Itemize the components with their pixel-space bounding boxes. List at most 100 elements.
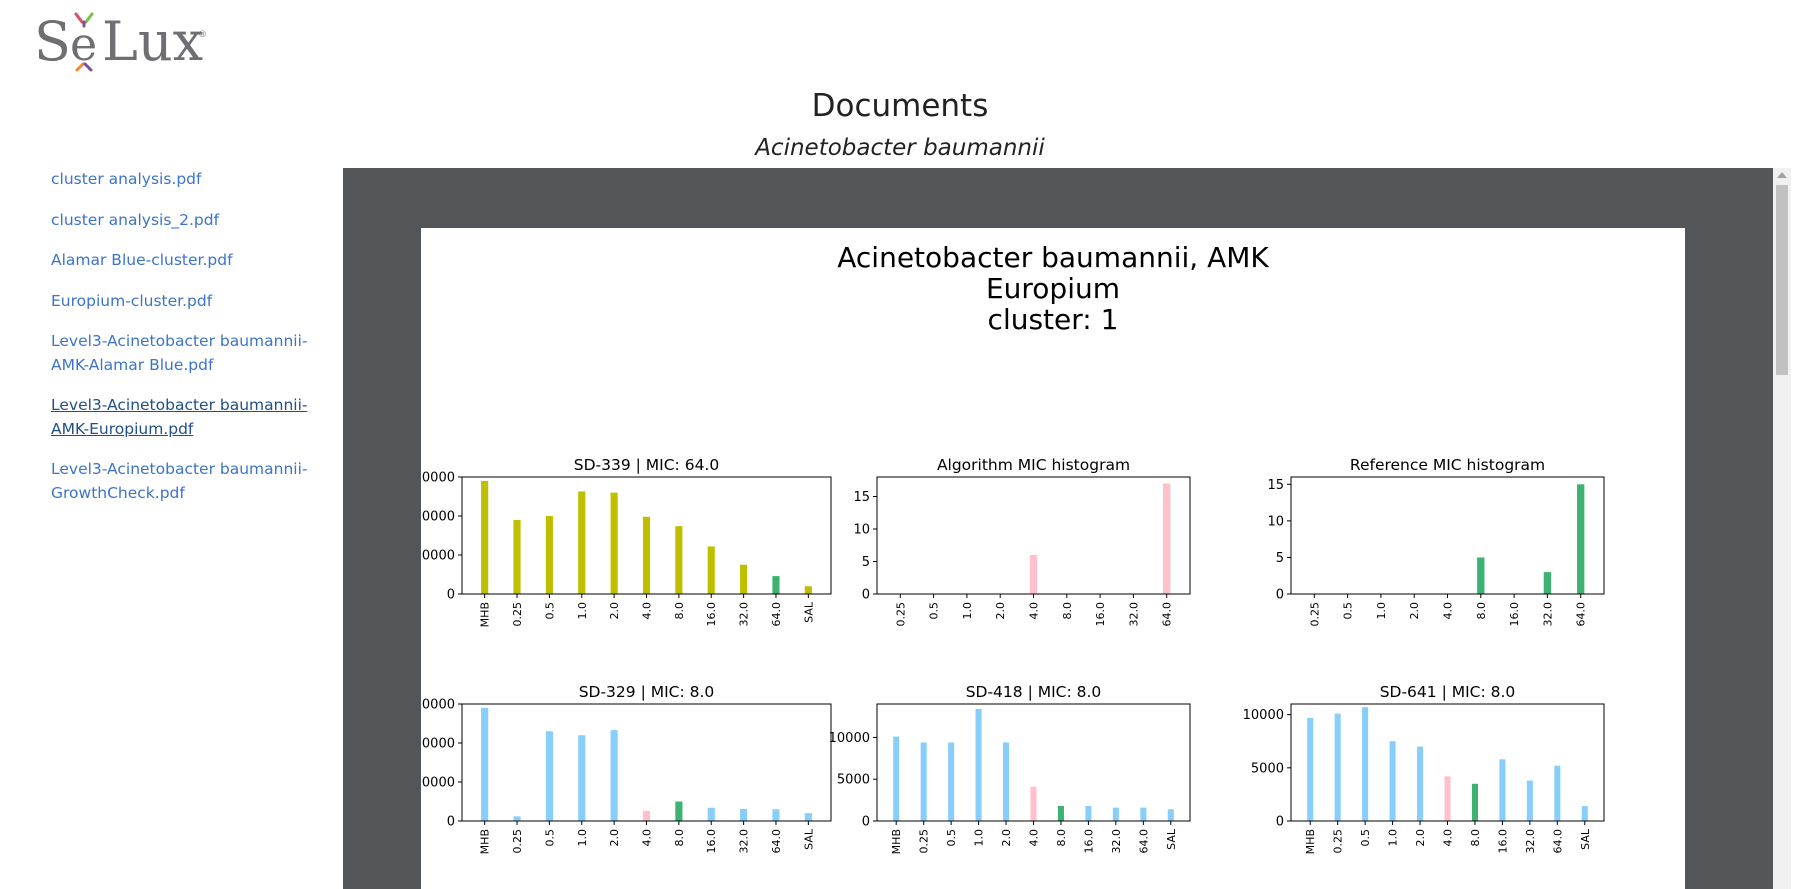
x-tick-label: 64.0 xyxy=(770,829,783,854)
scroll-up-arrow-icon[interactable] xyxy=(1777,172,1787,178)
chart-bar xyxy=(1444,776,1451,821)
x-tick-label: 8.0 xyxy=(1469,829,1482,847)
x-tick-label: SAL xyxy=(1165,828,1178,850)
x-tick-label: 64.0 xyxy=(1161,602,1174,627)
x-tick-label: 32.0 xyxy=(1524,829,1537,854)
x-tick-label: 1.0 xyxy=(1375,602,1388,620)
chart-axes-frame xyxy=(1290,476,1605,595)
x-tick-label: 4.0 xyxy=(641,602,654,620)
y-tick-label: 10000 xyxy=(421,549,455,564)
chart-bar xyxy=(513,519,521,594)
x-tick-label: 4.0 xyxy=(1442,829,1455,847)
x-tick-label: 32.0 xyxy=(738,602,751,627)
x-tick-label: 2.0 xyxy=(1408,602,1421,620)
doc-link-line: AMK-Europium.pdf xyxy=(51,419,194,438)
y-tick-label: 5 xyxy=(1276,551,1284,566)
chart-bar xyxy=(948,742,955,821)
chart-bar xyxy=(1362,707,1369,821)
x-tick-label: 1.0 xyxy=(576,602,589,620)
pdf-viewer[interactable]: Acinetobacter baumannii, AMK Europium cl… xyxy=(343,168,1773,889)
x-tick-label: 1.0 xyxy=(1387,829,1400,847)
chart-bar xyxy=(804,813,812,821)
scroll-thumb[interactable] xyxy=(1776,185,1788,375)
doc-link-level3-growthcheck[interactable]: Level3-Acinetobacter baumannii- GrowthCh… xyxy=(51,458,311,505)
doc-link-cluster-analysis-2[interactable]: cluster analysis_2.pdf xyxy=(51,209,311,233)
x-tick-label: MHB xyxy=(479,829,492,854)
doc-link-europium-cluster[interactable]: Europium-cluster.pdf xyxy=(51,290,311,314)
x-tick-label: 1.0 xyxy=(961,602,974,620)
y-tick-label: 5 xyxy=(862,555,870,570)
y-tick-label: 20000 xyxy=(421,737,455,752)
chart-title: SD-329 | MIC: 8.0 xyxy=(579,683,715,701)
y-tick-label: 20000 xyxy=(421,510,455,525)
chart-bar xyxy=(1543,572,1552,594)
doc-link-line: GrowthCheck.pdf xyxy=(51,483,185,502)
x-tick-label: 2.0 xyxy=(608,829,621,847)
chart-bar xyxy=(1085,805,1092,821)
chart-bar xyxy=(920,742,927,821)
x-tick-label: 8.0 xyxy=(1475,602,1488,620)
chart-bar xyxy=(1499,759,1506,821)
chart-bar xyxy=(545,731,553,821)
chart-bar xyxy=(707,546,715,594)
x-tick-label: 2.0 xyxy=(1414,829,1427,847)
y-tick-label: 5000 xyxy=(1251,761,1284,776)
x-tick-label: 0.25 xyxy=(1308,602,1321,627)
document-list: cluster analysis.pdf cluster analysis_2.… xyxy=(51,168,311,522)
y-tick-label: 10 xyxy=(853,523,870,538)
y-tick-label: 10 xyxy=(1267,514,1284,529)
chart-bar xyxy=(481,707,489,821)
x-tick-label: 64.0 xyxy=(770,602,783,627)
x-tick-label: 64.0 xyxy=(1575,602,1588,627)
x-tick-label: 32.0 xyxy=(1127,602,1140,627)
page-subtitle: Acinetobacter baumannii xyxy=(755,135,1045,161)
chart-bar xyxy=(1307,717,1314,821)
y-tick-label: 10000 xyxy=(829,731,870,746)
chart-bar xyxy=(772,809,780,821)
charts-figure: SD-339 | MIC: 64.0 MHB 0.25 0.5 1.0 2.0 4.0 8.0… xyxy=(421,456,1605,854)
x-tick-label: 16.0 xyxy=(705,829,718,854)
x-tick-label: 0.25 xyxy=(1332,829,1345,854)
chart-bar xyxy=(1057,805,1064,821)
x-tick-label: 2.0 xyxy=(608,602,621,620)
svg-text:S: S xyxy=(34,10,71,73)
chart-bar xyxy=(578,735,586,821)
doc-link-level3-amk-europium[interactable]: Level3-Acinetobacter baumannii- AMK-Euro… xyxy=(51,394,311,441)
viewer-scrollbar[interactable] xyxy=(1773,168,1791,889)
x-tick-label: 32.0 xyxy=(1110,829,1123,854)
chart-bar xyxy=(1417,746,1424,821)
pdf-page: Acinetobacter baumannii, AMK Europium cl… xyxy=(421,228,1685,889)
chart-bar xyxy=(893,736,900,821)
chart-bar xyxy=(1334,713,1341,821)
chart-bar xyxy=(1167,809,1174,821)
doc-link-level3-amk-alamar-blue[interactable]: Level3-Acinetobacter baumannii- AMK-Alam… xyxy=(51,330,311,377)
chart-title: SD-339 | MIC: 64.0 xyxy=(574,456,719,474)
chart-axes-frame xyxy=(461,703,832,822)
x-tick-label: 1.0 xyxy=(576,829,589,847)
x-tick-label: 32.0 xyxy=(1541,602,1554,627)
x-tick-label: 0.25 xyxy=(511,602,524,627)
chart-bar xyxy=(675,801,683,821)
y-tick-label: 0 xyxy=(1276,588,1284,603)
chart-title: SD-418 | MIC: 8.0 xyxy=(966,683,1102,701)
y-tick-label: 0 xyxy=(1276,815,1284,830)
chart-bar xyxy=(975,709,982,821)
chart-bar xyxy=(1471,783,1478,821)
selux-logo-mark: S e Lux xyxy=(34,10,203,73)
x-tick-label: 4.0 xyxy=(1028,829,1041,847)
x-tick-label: 16.0 xyxy=(1082,829,1095,854)
chart-bar xyxy=(610,492,618,594)
x-tick-label: 16.0 xyxy=(1094,602,1107,627)
y-tick-label: 5000 xyxy=(837,773,870,788)
chart-bar xyxy=(1003,742,1010,821)
svg-text:Lux: Lux xyxy=(102,10,203,73)
x-tick-label: MHB xyxy=(890,829,903,854)
x-tick-label: 8.0 xyxy=(673,602,686,620)
x-tick-label: 16.0 xyxy=(1508,602,1521,627)
chart-bar xyxy=(1581,806,1588,821)
chart-bar xyxy=(804,586,812,594)
doc-link-alamar-blue-cluster[interactable]: Alamar Blue-cluster.pdf xyxy=(51,249,311,273)
x-tick-label: 8.0 xyxy=(1055,829,1068,847)
doc-link-cluster-analysis[interactable]: cluster analysis.pdf xyxy=(51,168,311,192)
doc-link-line: AMK-Alamar Blue.pdf xyxy=(51,355,214,374)
